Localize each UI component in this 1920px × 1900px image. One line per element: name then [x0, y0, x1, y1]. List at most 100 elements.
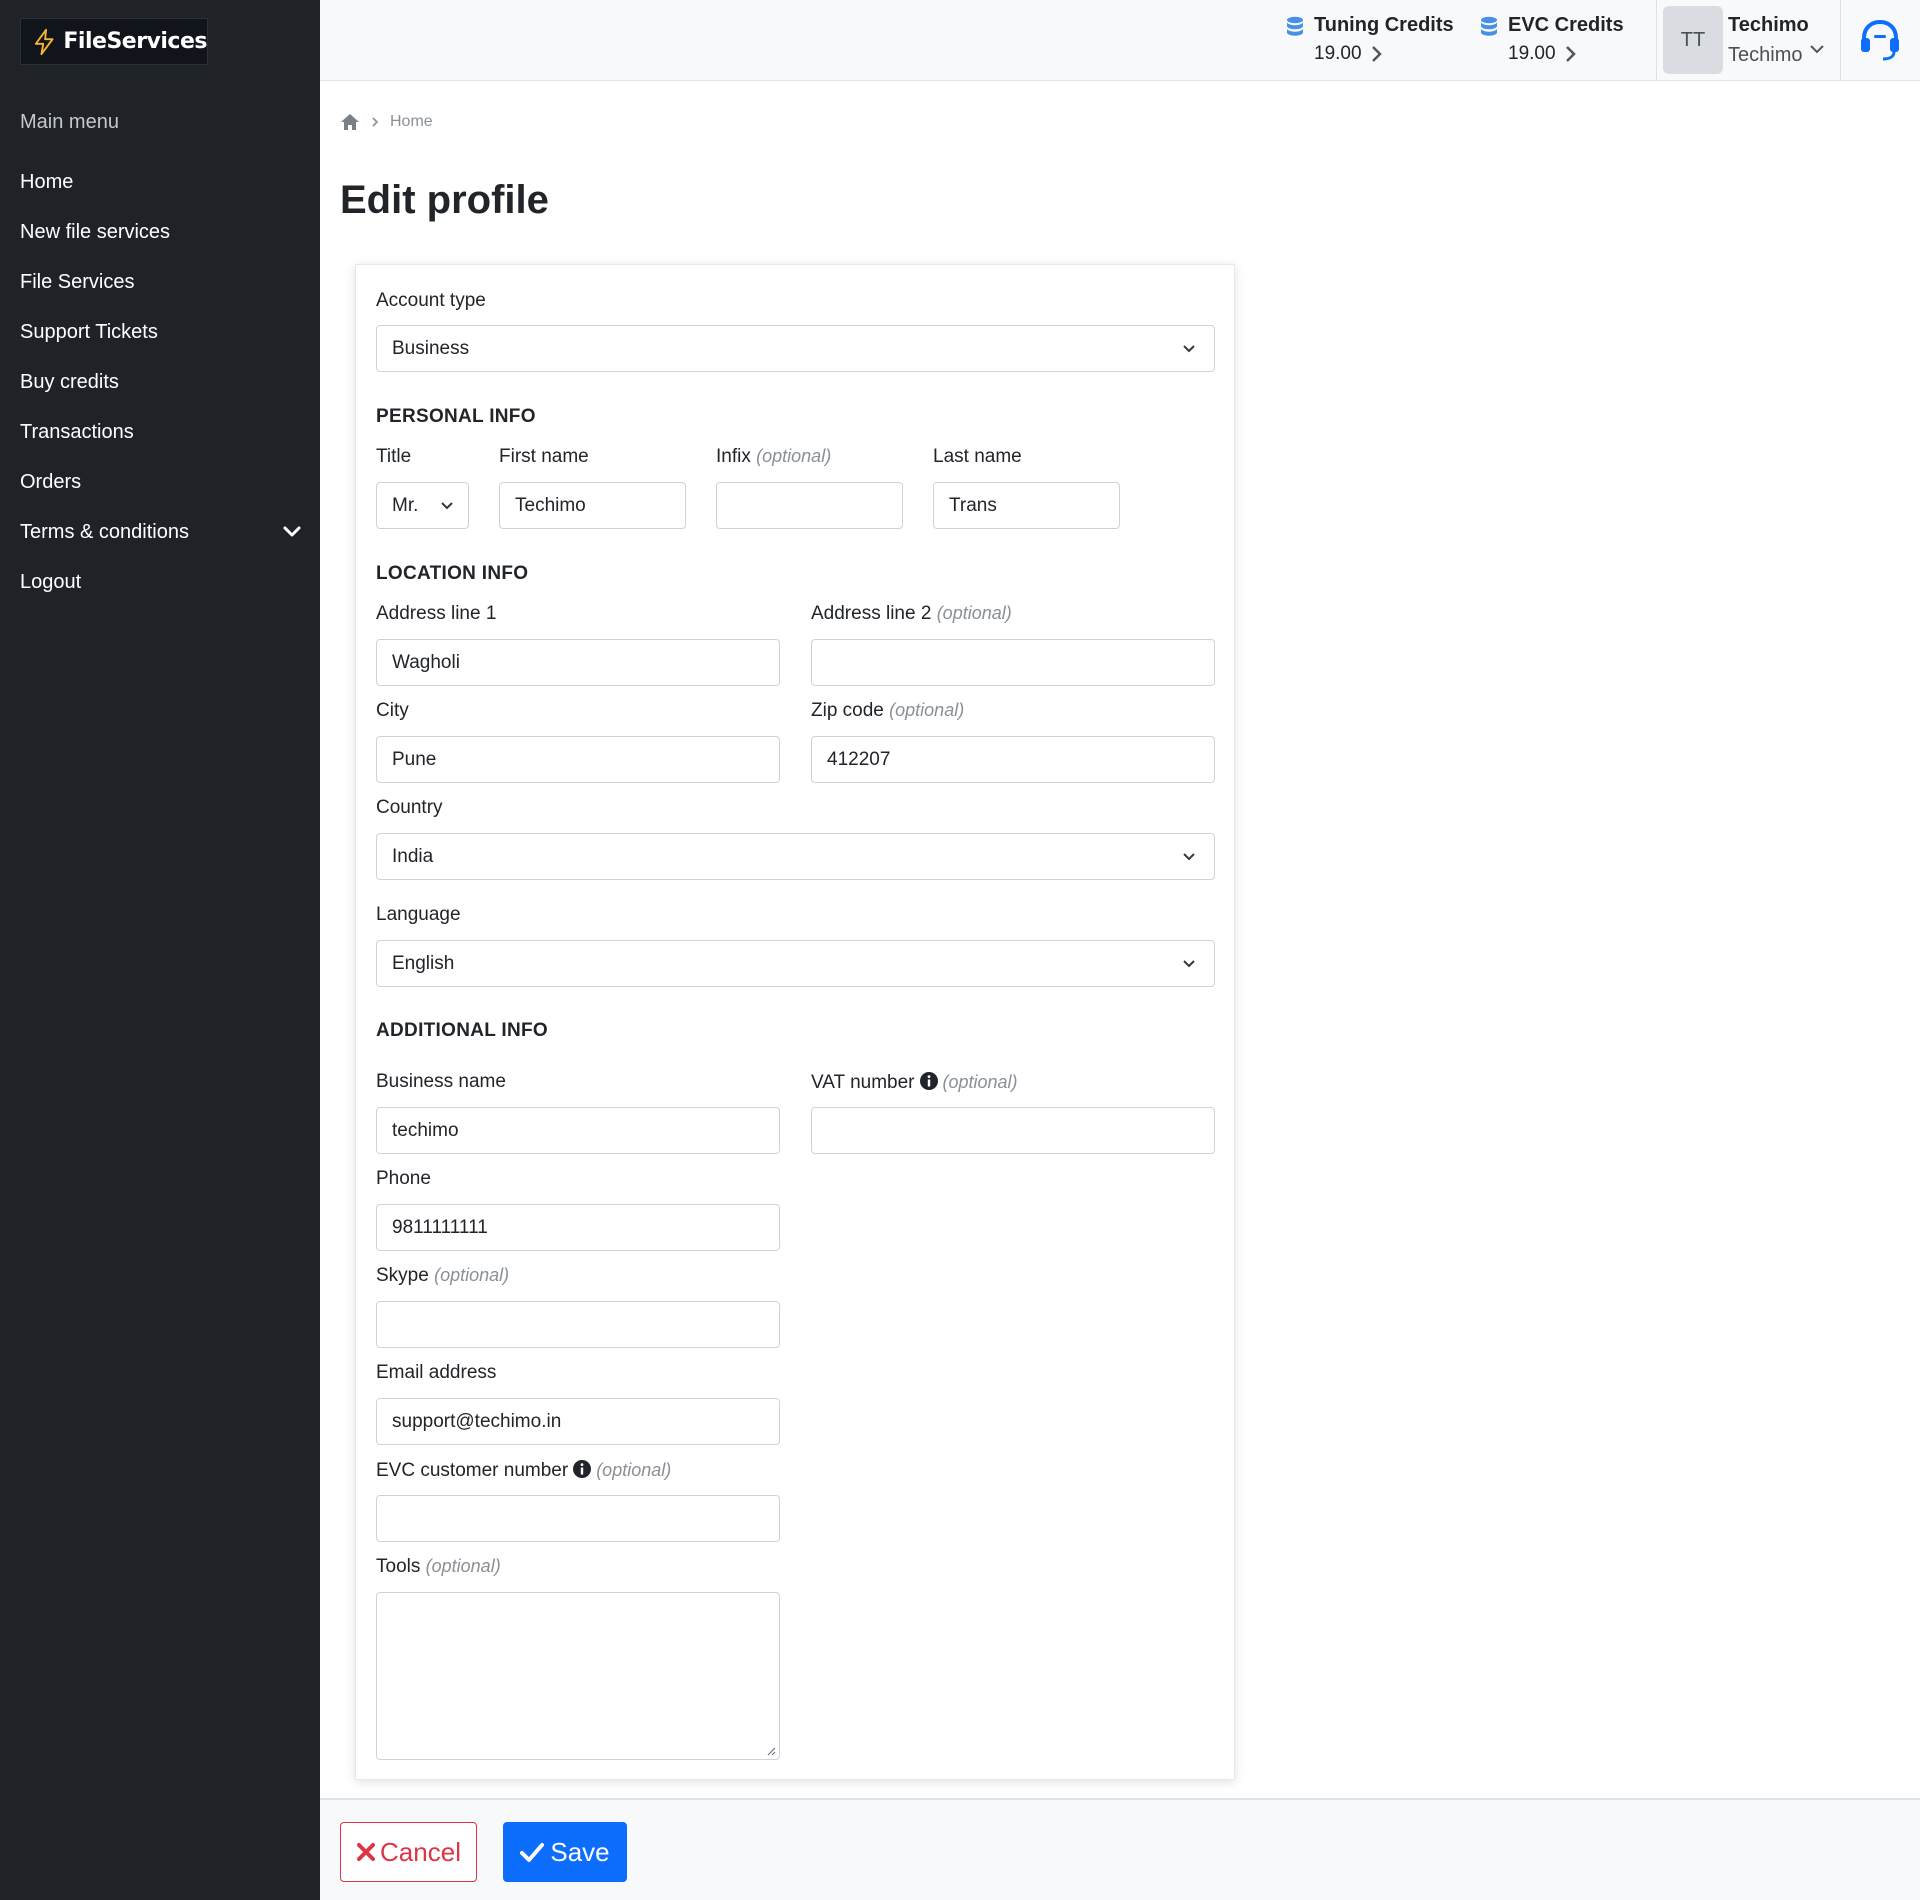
brand-logo[interactable]: FileServices	[20, 18, 208, 65]
email-input[interactable]: support@techimo.in	[376, 1398, 780, 1445]
chevron-down-icon	[1183, 960, 1195, 968]
zip-label: Zip code (optional)	[811, 700, 964, 722]
main-menu-title: Main menu	[20, 111, 119, 133]
sidebar-item-home[interactable]: Home	[0, 157, 320, 207]
vat-label-text: VAT number	[811, 1072, 915, 1093]
sidebar-item-terms[interactable]: Terms & conditions	[0, 507, 320, 557]
save-button[interactable]: Save	[503, 1822, 627, 1882]
evc-credits-value: 19.00	[1508, 43, 1624, 65]
user-company[interactable]: Techimo	[1728, 44, 1802, 67]
sidebar-item-label: Orders	[20, 470, 82, 493]
evc-credits[interactable]: EVC Credits 19.00	[1480, 14, 1624, 65]
optional-hint: (optional)	[596, 1460, 672, 1480]
sidebar-item-orders[interactable]: Orders	[0, 457, 320, 507]
city-input[interactable]: Pune	[376, 736, 780, 783]
address2-label: Address line 2 (optional)	[811, 603, 1012, 625]
sidebar-item-support-tickets[interactable]: Support Tickets	[0, 307, 320, 357]
home-icon[interactable]	[340, 113, 360, 131]
chevron-down-icon[interactable]	[282, 522, 302, 542]
sidebar-item-transactions[interactable]: Transactions	[0, 407, 320, 457]
sidebar: FileServices Main menu Home New file ser…	[0, 0, 320, 1900]
evc-credits-label: EVC Credits	[1508, 14, 1624, 36]
sidebar-item-label: File Services	[20, 270, 135, 293]
resize-handle-icon[interactable]	[766, 1746, 776, 1756]
skype-input[interactable]	[376, 1301, 780, 1348]
topbar-divider	[1656, 0, 1657, 81]
tools-label: Tools (optional)	[376, 1556, 501, 1578]
tuning-credits[interactable]: Tuning Credits 19.00	[1286, 14, 1454, 65]
address1-input[interactable]: Wagholi	[376, 639, 780, 686]
topbar: Tuning Credits 19.00 EVC Credits 19.00 T…	[320, 0, 1920, 81]
tools-label-text: Tools	[376, 1556, 421, 1577]
zip-label-text: Zip code	[811, 700, 884, 721]
zip-input[interactable]: 412207	[811, 736, 1215, 783]
language-select[interactable]: English	[376, 940, 1215, 987]
main-menu: Home New file services File Services Sup…	[0, 157, 320, 607]
evc-number-input[interactable]	[376, 1495, 780, 1542]
edit-profile-form: Account type Business PERSONAL INFO Titl…	[355, 264, 1235, 1780]
sidebar-item-file-services[interactable]: File Services	[0, 257, 320, 307]
topbar-divider	[1840, 0, 1841, 81]
title-label: Title	[376, 446, 412, 467]
page-title: Edit profile	[340, 178, 549, 222]
skype-label: Skype (optional)	[376, 1265, 509, 1287]
phone-input[interactable]: 9811111111	[376, 1204, 780, 1251]
chevron-down-icon	[1183, 853, 1195, 861]
address2-input[interactable]	[811, 639, 1215, 686]
chevron-down-icon[interactable]	[1808, 40, 1826, 58]
sidebar-item-label: Buy credits	[20, 370, 119, 393]
last-name-input[interactable]: Trans	[933, 482, 1120, 529]
headset-icon[interactable]	[1857, 18, 1903, 62]
evc-number-label: EVC customer number (optional)	[376, 1459, 671, 1482]
save-button-label: Save	[550, 1836, 610, 1867]
user-name[interactable]: Techimo	[1728, 14, 1809, 37]
info-icon[interactable]	[572, 1459, 592, 1479]
form-action-bar: Cancel Save	[320, 1798, 1920, 1900]
tuning-credits-label: Tuning Credits	[1314, 14, 1454, 36]
evc-credits-amount: 19.00	[1508, 43, 1556, 64]
database-icon	[1481, 16, 1497, 36]
tuning-credits-amount: 19.00	[1314, 43, 1362, 64]
avatar[interactable]: TT	[1663, 6, 1723, 74]
sidebar-item-new-file-services[interactable]: New file services	[0, 207, 320, 257]
language-label: Language	[376, 904, 461, 925]
address1-label: Address line 1	[376, 603, 497, 624]
first-name-input[interactable]: Techimo	[499, 482, 686, 529]
country-select[interactable]: India	[376, 833, 1215, 880]
email-label: Email address	[376, 1362, 497, 1383]
last-name-label: Last name	[933, 446, 1022, 467]
infix-label: Infix (optional)	[716, 446, 831, 468]
close-icon	[357, 1843, 376, 1861]
breadcrumb: Home	[340, 113, 433, 131]
sidebar-item-label: Support Tickets	[20, 320, 158, 343]
sidebar-item-logout[interactable]: Logout	[0, 557, 320, 607]
breadcrumb-current[interactable]: Home	[390, 113, 433, 131]
infix-input[interactable]	[716, 482, 903, 529]
evc-number-label-text: EVC customer number	[376, 1460, 569, 1481]
title-select[interactable]: Mr.	[376, 482, 469, 529]
info-icon[interactable]	[919, 1071, 939, 1091]
vat-input[interactable]	[811, 1107, 1215, 1154]
chevron-right-icon	[1371, 46, 1382, 62]
cancel-button[interactable]: Cancel	[340, 1822, 477, 1882]
vat-label: VAT number (optional)	[811, 1071, 1018, 1094]
chevron-down-icon	[1183, 345, 1195, 353]
sidebar-item-buy-credits[interactable]: Buy credits	[0, 357, 320, 407]
account-type-select[interactable]: Business	[376, 325, 1215, 372]
section-location-info: LOCATION INFO	[376, 563, 529, 584]
chevron-down-icon	[441, 502, 453, 510]
skype-label-text: Skype	[376, 1265, 429, 1286]
chevron-right-icon	[372, 117, 379, 127]
brand-name: FileServices	[63, 29, 207, 54]
section-personal-info: PERSONAL INFO	[376, 406, 536, 427]
country-value: India	[392, 845, 434, 867]
city-label: City	[376, 700, 409, 721]
first-name-label: First name	[499, 446, 589, 467]
cancel-button-label: Cancel	[380, 1836, 461, 1867]
database-icon	[1287, 16, 1303, 36]
section-additional-info: ADDITIONAL INFO	[376, 1020, 548, 1041]
tools-textarea[interactable]	[376, 1592, 780, 1760]
sidebar-item-label: New file services	[20, 220, 171, 243]
title-value: Mr.	[392, 494, 419, 516]
business-name-input[interactable]: techimo	[376, 1107, 780, 1154]
